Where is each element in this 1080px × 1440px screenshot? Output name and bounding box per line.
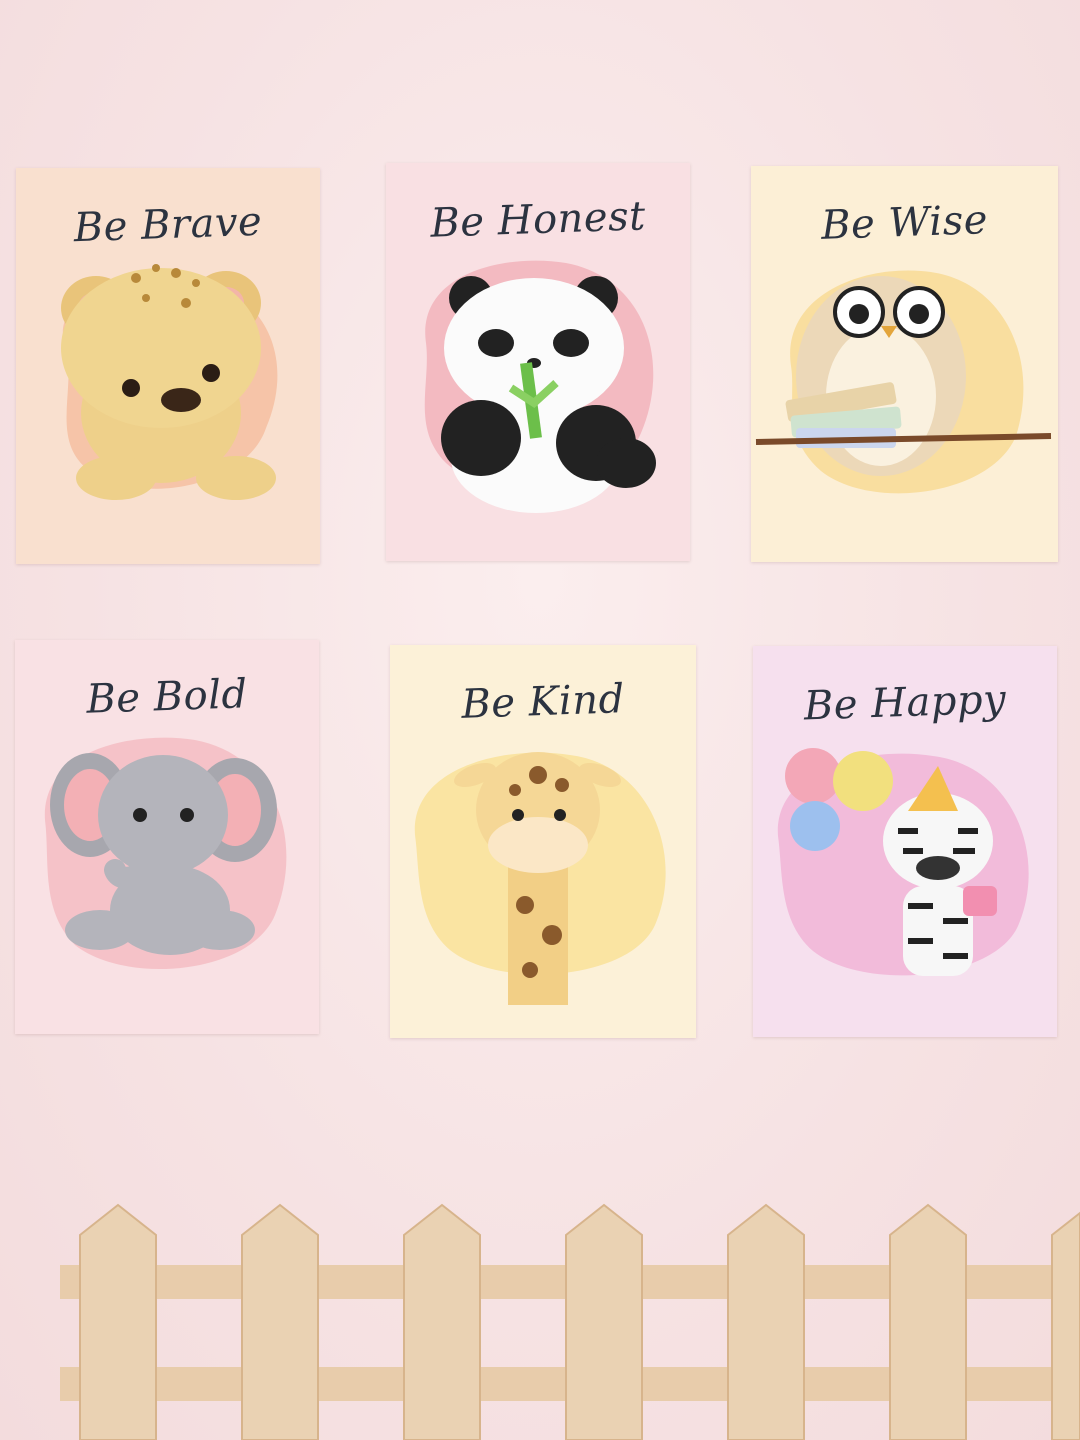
poster-be-brave: Be Brave: [16, 168, 320, 564]
poster-be-bold: Be Bold: [15, 640, 319, 1034]
poster-be-happy: Be Happy: [753, 646, 1057, 1037]
picket-fence: [60, 1203, 1080, 1440]
poster-be-honest: Be Honest: [386, 163, 690, 561]
poster-be-kind: Be Kind: [390, 645, 696, 1038]
poster-be-wise: Be Wise: [751, 166, 1058, 562]
